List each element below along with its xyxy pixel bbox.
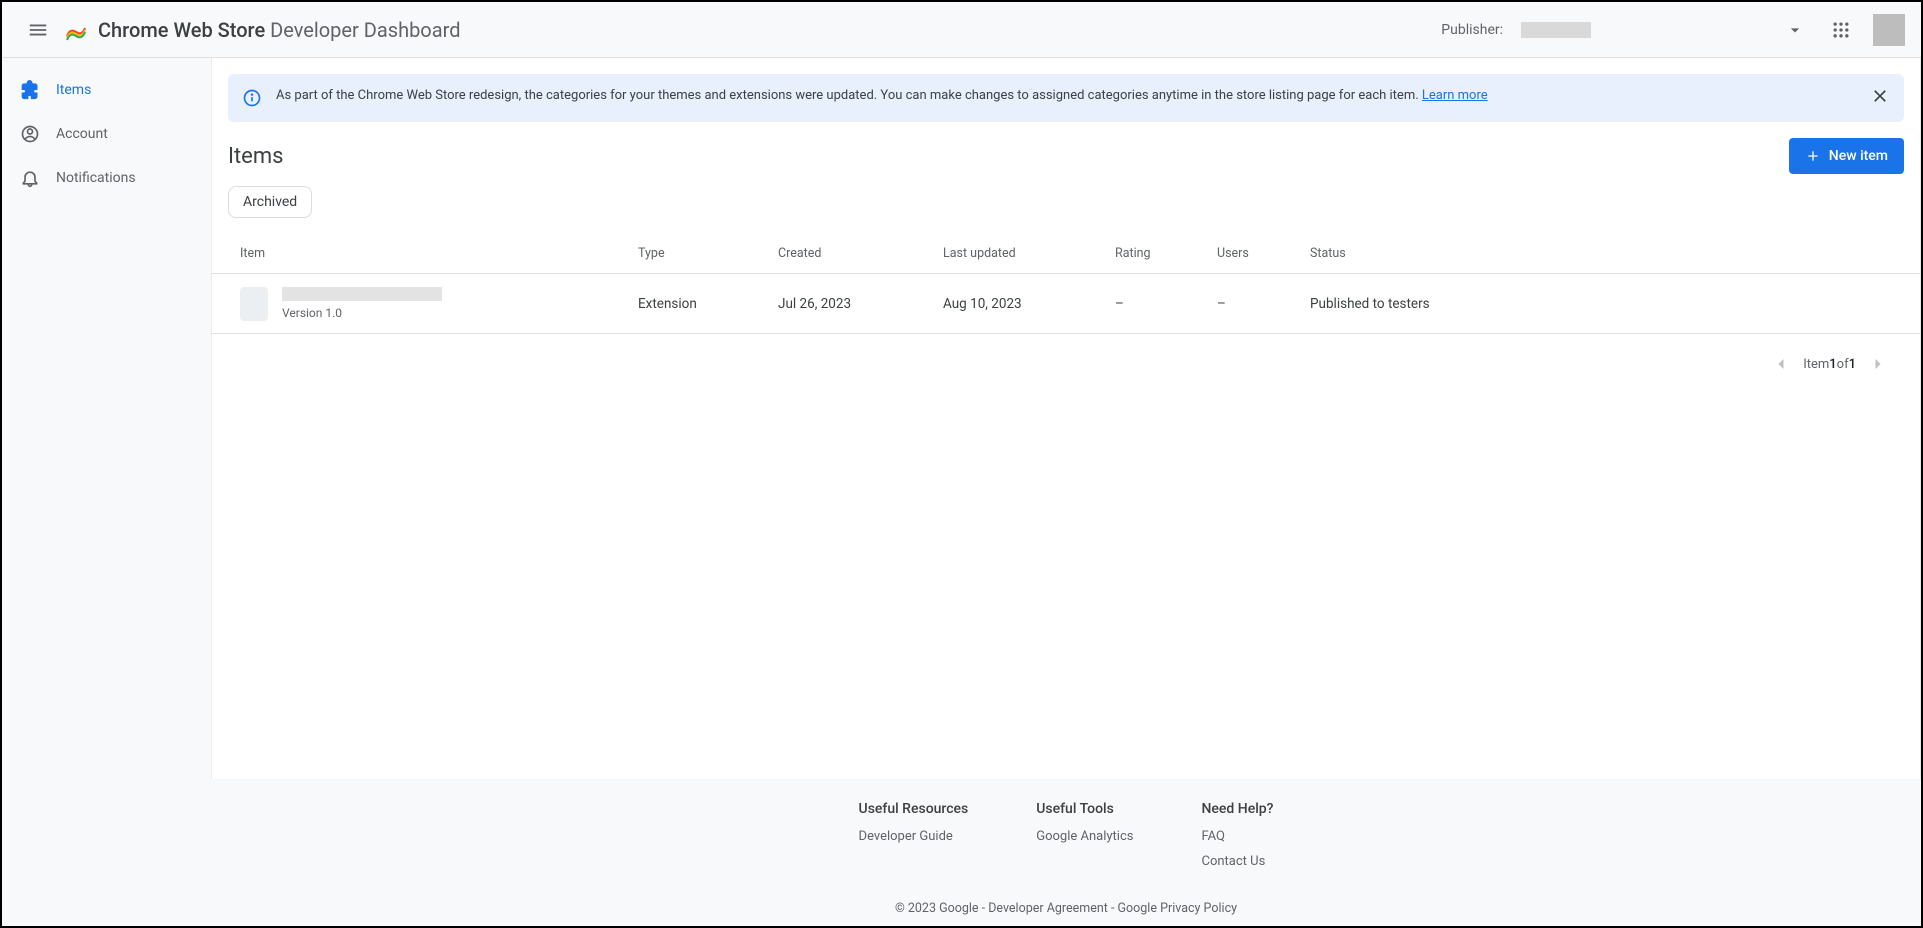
sidebar-item-label: Account [56,126,108,142]
page-title: Items [228,144,284,169]
sidebar-item-items[interactable]: Items [2,68,203,112]
table-header-row: Item Type Created Last updated Rating Us… [212,234,1920,274]
archived-filter-chip[interactable]: Archived [228,186,312,218]
footer-link-privacy[interactable]: Google Privacy Policy [1118,901,1238,916]
pager-total: 1 [1849,357,1856,372]
banner-text: As part of the Chrome Web Store redesign… [276,88,1422,103]
cell-created: Jul 26, 2023 [778,296,943,312]
banner-learn-more-link[interactable]: Learn more [1422,88,1488,103]
copyright-year: © 2023 Google [895,901,979,916]
sidebar-item-label: Notifications [56,170,136,186]
footer-col-help: Need Help? FAQ Contact Us [1201,801,1273,879]
pager-current: 1 [1829,357,1836,372]
cell-users: – [1217,296,1310,312]
sidebar: Items Account Notifications [2,58,211,926]
item-name-redacted [282,287,442,301]
footer-link-faq[interactable]: FAQ [1201,829,1273,844]
footer-col-tools: Useful Tools Google Analytics [1036,801,1133,879]
account-avatar[interactable] [1873,14,1905,46]
extension-icon [20,80,40,100]
footer-link-analytics[interactable]: Google Analytics [1036,829,1133,844]
sidebar-item-account[interactable]: Account [2,112,203,156]
info-banner: As part of the Chrome Web Store redesign… [228,74,1904,122]
pager-prev-button[interactable] [1765,348,1797,380]
cws-logo-icon [64,18,88,42]
col-header-status: Status [1310,246,1510,261]
footer-link-contact[interactable]: Contact Us [1201,854,1273,869]
col-header-created: Created [778,246,943,261]
plus-icon [1805,148,1821,164]
pager-text-prefix: Item [1803,357,1829,372]
hamburger-icon [27,19,49,41]
footer: Useful Resources Developer Guide Useful … [211,779,1921,926]
table-row[interactable]: Version 1.0 Extension Jul 26, 2023 Aug 1… [212,274,1920,334]
sidebar-item-notifications[interactable]: Notifications [2,156,203,200]
copyright: © 2023 Google - Developer Agreement - Go… [211,901,1921,916]
publisher-value-redacted [1521,22,1591,38]
footer-heading: Need Help? [1201,801,1273,817]
items-table: Item Type Created Last updated Rating Us… [212,234,1920,334]
menu-button[interactable] [18,10,58,50]
cell-status: Published to testers [1310,296,1510,312]
brand-light: Developer Dashboard [270,18,460,42]
brand-bold: Chrome Web Store [98,18,265,42]
close-icon [1870,86,1890,106]
new-item-button[interactable]: New item [1789,138,1904,174]
footer-col-resources: Useful Resources Developer Guide [859,801,969,879]
pagination: Item 1 of 1 [212,334,1920,394]
account-icon [20,124,40,144]
col-header-rating: Rating [1115,246,1217,261]
publisher-dropdown[interactable] [1513,14,1813,46]
footer-heading: Useful Tools [1036,801,1133,817]
item-version: Version 1.0 [282,306,342,320]
apps-grid-button[interactable] [1821,10,1861,50]
pager-of: of [1837,357,1849,372]
cell-updated: Aug 10, 2023 [943,296,1115,312]
info-icon [242,88,262,108]
chevron-right-icon [1868,354,1888,374]
chevron-down-icon [1785,20,1805,40]
brand-title: Chrome Web Store Developer Dashboard [98,18,460,42]
apps-grid-icon [1831,20,1851,40]
chevron-left-icon [1771,354,1791,374]
pager-next-button[interactable] [1862,348,1894,380]
footer-heading: Useful Resources [859,801,969,817]
bell-icon [20,168,40,188]
footer-link-developer-guide[interactable]: Developer Guide [859,829,969,844]
sidebar-item-label: Items [56,82,91,98]
publisher-label: Publisher: [1441,22,1503,38]
col-header-updated: Last updated [943,246,1115,261]
cell-rating: – [1115,296,1217,312]
col-header-item: Item [228,246,638,261]
footer-link-dev-agreement[interactable]: Developer Agreement [988,901,1108,916]
banner-text-wrap: As part of the Chrome Web Store redesign… [276,88,1488,103]
col-header-users: Users [1217,246,1310,261]
item-thumbnail-icon [240,287,268,321]
new-item-label: New item [1829,148,1888,164]
col-header-type: Type [638,246,778,261]
app-header: Chrome Web Store Developer Dashboard Pub… [2,2,1921,58]
cell-type: Extension [638,296,778,312]
banner-close-button[interactable] [1866,82,1894,114]
